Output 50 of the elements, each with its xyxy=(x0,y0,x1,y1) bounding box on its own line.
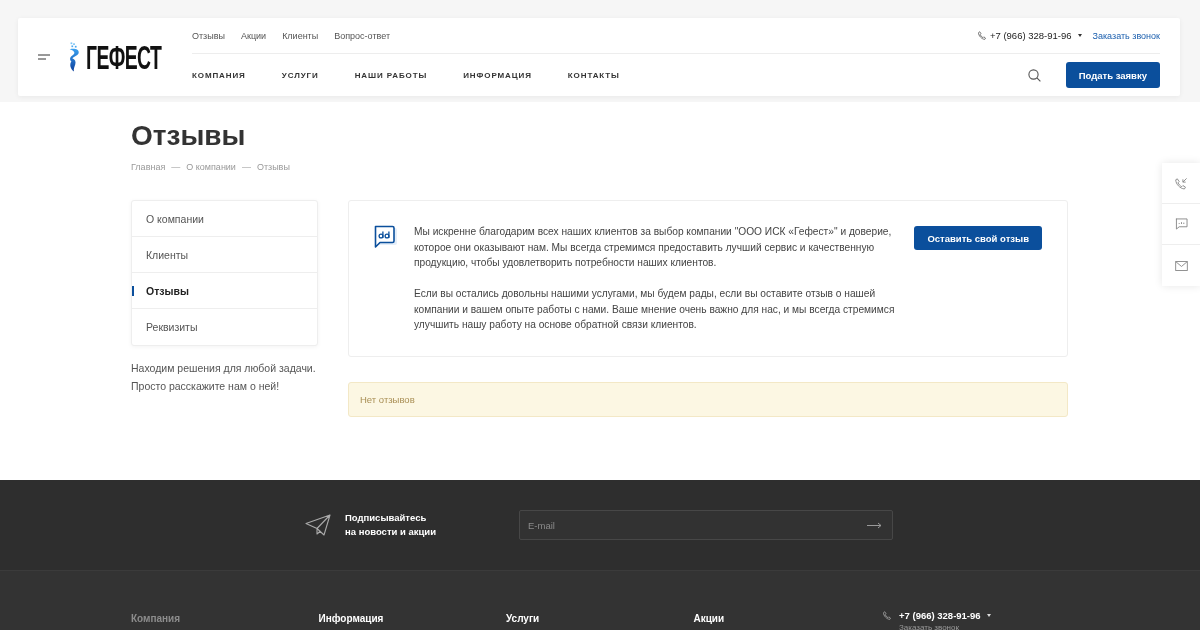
footer-link[interactable]: Акции xyxy=(693,613,725,624)
arrow-icon xyxy=(866,521,882,529)
top-nav-link[interactable]: Клиенты xyxy=(282,30,319,41)
sidebar-note: Находим решения для любой задачи. Просто расскажите нам о ней! xyxy=(131,361,317,394)
request-button[interactable]: Подать заявку xyxy=(1065,62,1160,88)
menu-icon[interactable] xyxy=(38,54,50,60)
breadcrumb-current: Отзывы xyxy=(256,162,290,173)
email-field[interactable]: E-mail xyxy=(519,510,893,540)
page-title: Отзывы xyxy=(131,119,247,153)
callback-button[interactable] xyxy=(1162,163,1200,204)
breadcrumb-separator: — xyxy=(241,162,251,173)
nav-link[interactable]: УСЛУГИ xyxy=(281,70,319,80)
top-nav-link[interactable]: Акции xyxy=(240,30,267,41)
subscribe-text: Подписывайтесь на новости и акции xyxy=(345,511,438,539)
mail-icon xyxy=(1174,260,1188,271)
logo-icon xyxy=(68,41,80,73)
footer-link[interactable]: Услуги xyxy=(506,613,540,624)
intro-paragraph: Мы искренне благодарим всех наших клиентов за выбор компании "ООО ИСК «Гефест»" и доверие, которое они оказывают нам. Мы всегда стремимся предоставить лучший сервис и качественную продукцию, чтобы удовлетворить потребности наших клиентов. xyxy=(414,225,893,270)
nav-link[interactable]: КОМПАНИЯ xyxy=(192,70,246,80)
nav-link[interactable]: ИНФОРМАЦИЯ xyxy=(463,70,532,80)
sidebar-item[interactable]: Реквизиты xyxy=(132,309,317,345)
callback-link[interactable]: Заказать звонок xyxy=(899,623,991,630)
sidebar-item[interactable]: О компании xyxy=(132,201,317,237)
phone-number[interactable]: +7 (966) 328-91-96 xyxy=(899,609,981,621)
footer-link[interactable]: Информация xyxy=(318,613,384,624)
phone-icon xyxy=(883,609,891,621)
paper-plane-icon xyxy=(305,514,331,536)
review-button[interactable]: Оставить свой отзыв xyxy=(914,226,1042,250)
empty-notice: Нет отзывов xyxy=(348,381,1068,417)
intro-paragraph: Если вы остались довольны нашими услугами, мы будем рады, если вы оставите отзыв о нашей компании и вашем опыте работы с нами. Ваше мнение очень важно для нас, и мы всегда стремимся улучшить нашу работу на основе обратной связи клиентов. xyxy=(414,287,896,332)
chat-icon xyxy=(1174,218,1188,230)
email-button[interactable] xyxy=(1162,245,1200,286)
top-nav-link[interactable]: Отзывы xyxy=(192,30,225,41)
callback-link[interactable]: Заказать звонок xyxy=(1092,30,1160,41)
search-icon[interactable] xyxy=(1027,68,1041,82)
phone-number[interactable]: +7 (966) 328-91-96 xyxy=(989,30,1072,41)
logo-text: ГЕФЕСТ xyxy=(86,43,162,71)
nav-link[interactable]: КОНТАКТЫ xyxy=(567,70,620,80)
quote-bubble-icon xyxy=(373,225,398,250)
phone-icon xyxy=(977,30,986,41)
caret-icon[interactable] xyxy=(986,613,991,617)
top-nav-link[interactable]: Вопрос-ответ xyxy=(334,30,391,41)
breadcrumb-separator: — xyxy=(171,162,181,173)
sidebar-item[interactable]: Клиенты xyxy=(132,237,317,273)
chat-button[interactable] xyxy=(1162,204,1200,245)
phone-icon xyxy=(1174,176,1188,190)
caret-icon[interactable] xyxy=(1077,34,1082,37)
footer-link[interactable]: Компания xyxy=(131,613,181,624)
sidebar-item[interactable]: Отзывы xyxy=(132,273,317,309)
nav-link[interactable]: НАШИ РАБОТЫ xyxy=(354,70,428,80)
